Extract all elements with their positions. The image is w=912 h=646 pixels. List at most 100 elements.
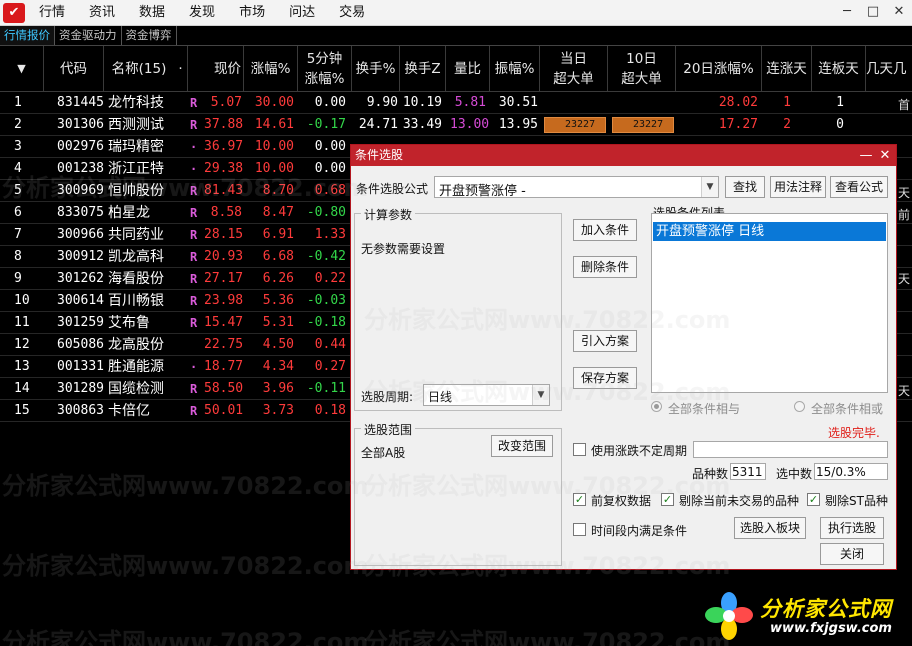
chevron-down-icon[interactable]: ▼ bbox=[532, 385, 549, 405]
period-range-input[interactable] bbox=[693, 441, 888, 458]
truncated-cell: 天 bbox=[898, 384, 911, 398]
stock-price: 37.88 bbox=[204, 117, 244, 132]
change-pct: 3.73 bbox=[262, 403, 294, 418]
col-name[interactable]: 名称(15) bbox=[104, 46, 174, 92]
day-super-bar: 23227 bbox=[544, 117, 606, 133]
find-button[interactable]: 查找 bbox=[725, 176, 765, 198]
chevron-down-icon[interactable]: ▼ bbox=[701, 177, 718, 197]
change-range-button[interactable]: 改变范围 bbox=[491, 435, 553, 457]
dialog-minimize-icon[interactable]: — bbox=[858, 145, 874, 166]
table-row[interactable]: 2 301306 西测测试 R 37.88 14.61 -0.17 24.71 33.49 13.… bbox=[0, 114, 912, 136]
stock-name: 海看股份 bbox=[108, 271, 164, 287]
range-group: 选股范围 全部A股 改变范围 bbox=[354, 421, 562, 566]
row-index: 10 bbox=[14, 293, 30, 308]
turnover: 24.71 bbox=[358, 117, 398, 132]
col-limit-days[interactable]: 连板天 bbox=[812, 46, 866, 92]
row-index: 8 bbox=[14, 249, 22, 264]
tab-fund-drive[interactable]: 资金驱动力 bbox=[55, 26, 122, 45]
use-period-checkbox[interactable] bbox=[573, 443, 586, 456]
col-turnover-z[interactable]: 换手Z bbox=[400, 46, 446, 92]
radio-or[interactable] bbox=[794, 401, 805, 412]
volume-ratio: 5.81 bbox=[454, 95, 486, 110]
fq-label: 前复权数据 bbox=[591, 494, 652, 508]
change-pct: 8.70 bbox=[262, 183, 294, 198]
col-day-super[interactable]: 当日 超大单 bbox=[540, 46, 608, 92]
col-amplitude[interactable]: 振幅% bbox=[490, 46, 540, 92]
period-combo[interactable]: 日线 ▼ bbox=[423, 384, 550, 406]
menu-trade[interactable]: 交易 bbox=[339, 0, 365, 26]
list-item[interactable]: 开盘预警涨停 日线 bbox=[653, 222, 886, 241]
menu-wenda[interactable]: 问达 bbox=[289, 0, 315, 26]
dialog-titlebar[interactable]: 条件选股 — ✕ bbox=[351, 145, 896, 166]
change-pct: 30.00 bbox=[254, 95, 294, 110]
stock-code: 831445 bbox=[57, 95, 104, 110]
col-20d-change[interactable]: 20日涨幅% bbox=[676, 46, 762, 92]
stock-name: 凯龙高科 bbox=[108, 249, 164, 265]
stock-price: 50.01 bbox=[204, 403, 244, 418]
turnover: 9.90 bbox=[366, 95, 398, 110]
sort-icon[interactable]: ▼ bbox=[0, 46, 44, 92]
tenday-super-bar: 23227 bbox=[612, 117, 674, 133]
time-range-checkbox[interactable] bbox=[573, 523, 586, 536]
col-up-days[interactable]: 连涨天 bbox=[762, 46, 812, 92]
row-index: 1 bbox=[14, 95, 22, 110]
table-row[interactable]: 1 831445 龙竹科技 R 5.07 30.00 0.00 9.90 10.19 5.81 30… bbox=[0, 92, 912, 114]
stock-code: 300863 bbox=[57, 403, 104, 418]
maximize-icon[interactable]: □ bbox=[864, 3, 882, 21]
dialog-close-icon[interactable]: ✕ bbox=[877, 145, 893, 166]
view-formula-button[interactable]: 查看公式 bbox=[830, 176, 888, 198]
truncated-cell: 前 bbox=[898, 208, 911, 222]
col-dot: · bbox=[174, 46, 188, 92]
col-days[interactable]: 几天几 bbox=[866, 46, 912, 92]
fq-checkbox[interactable]: ✓ bbox=[573, 493, 586, 506]
main-menu: 行情 资讯 数据 发现 市场 问达 交易 bbox=[39, 0, 389, 26]
stock-price: 18.77 bbox=[204, 359, 244, 374]
close-button[interactable]: 关闭 bbox=[820, 543, 884, 565]
row-index: 11 bbox=[14, 315, 30, 330]
import-scheme-button[interactable]: 引入方案 bbox=[573, 330, 637, 352]
add-condition-button[interactable]: 加入条件 bbox=[573, 219, 637, 241]
menu-discover[interactable]: 发现 bbox=[189, 0, 215, 26]
tab-quotes[interactable]: 行情报价 bbox=[0, 26, 55, 45]
truncated-cell: 天 bbox=[898, 272, 911, 286]
col-5min-change[interactable]: 5分钟 涨幅% bbox=[298, 46, 352, 92]
menu-market[interactable]: 市场 bbox=[239, 0, 265, 26]
save-scheme-button[interactable]: 保存方案 bbox=[573, 367, 637, 389]
col-10d-super[interactable]: 10日 超大单 bbox=[608, 46, 676, 92]
change-5min: -0.03 bbox=[306, 293, 346, 308]
menu-quotes[interactable]: 行情 bbox=[39, 0, 65, 26]
up-days: 1 bbox=[783, 95, 791, 110]
close-icon[interactable]: ✕ bbox=[890, 3, 908, 21]
menu-data[interactable]: 数据 bbox=[139, 0, 165, 26]
dialog-title: 条件选股 bbox=[355, 148, 404, 162]
col-change-pct[interactable]: 涨幅% bbox=[244, 46, 298, 92]
col-code[interactable]: 代码 bbox=[44, 46, 104, 92]
change-pct: 10.00 bbox=[254, 139, 294, 154]
col-volume-ratio[interactable]: 量比 bbox=[446, 46, 490, 92]
run-selection-button[interactable]: 执行选股 bbox=[820, 517, 884, 539]
col-turnover[interactable]: 换手% bbox=[352, 46, 400, 92]
radio-and[interactable] bbox=[651, 401, 662, 412]
exclude-st-checkbox[interactable]: ✓ bbox=[807, 493, 820, 506]
params-title: 计算参数 bbox=[361, 206, 416, 223]
params-text: 无参数需要设置 bbox=[361, 242, 446, 256]
flower-logo-icon bbox=[705, 592, 753, 640]
stock-code: 300614 bbox=[57, 293, 104, 308]
period-value: 日线 bbox=[428, 390, 453, 404]
change-5min: 1.33 bbox=[314, 227, 346, 242]
change-5min: -0.17 bbox=[306, 117, 346, 132]
formula-combo[interactable]: 开盘预警涨停 - ▼ bbox=[434, 176, 719, 199]
radio-or-label: 全部条件相或 bbox=[811, 402, 884, 416]
usage-notes-button[interactable]: 用法注释 bbox=[770, 176, 826, 198]
condition-list[interactable]: 开盘预警涨停 日线 bbox=[651, 213, 888, 393]
change-5min: 0.00 bbox=[314, 139, 346, 154]
minimize-icon[interactable]: ─ bbox=[838, 3, 856, 21]
stock-name: 柏星龙 bbox=[108, 205, 150, 221]
tab-fund-game[interactable]: 资金博弈 bbox=[122, 26, 177, 45]
to-block-button[interactable]: 选股入板块 bbox=[734, 517, 806, 539]
col-price[interactable]: 现价 bbox=[188, 46, 244, 92]
change-pct: 4.50 bbox=[262, 337, 294, 352]
exclude-untraded-checkbox[interactable]: ✓ bbox=[661, 493, 674, 506]
menu-news[interactable]: 资讯 bbox=[89, 0, 115, 26]
delete-condition-button[interactable]: 删除条件 bbox=[573, 256, 637, 278]
